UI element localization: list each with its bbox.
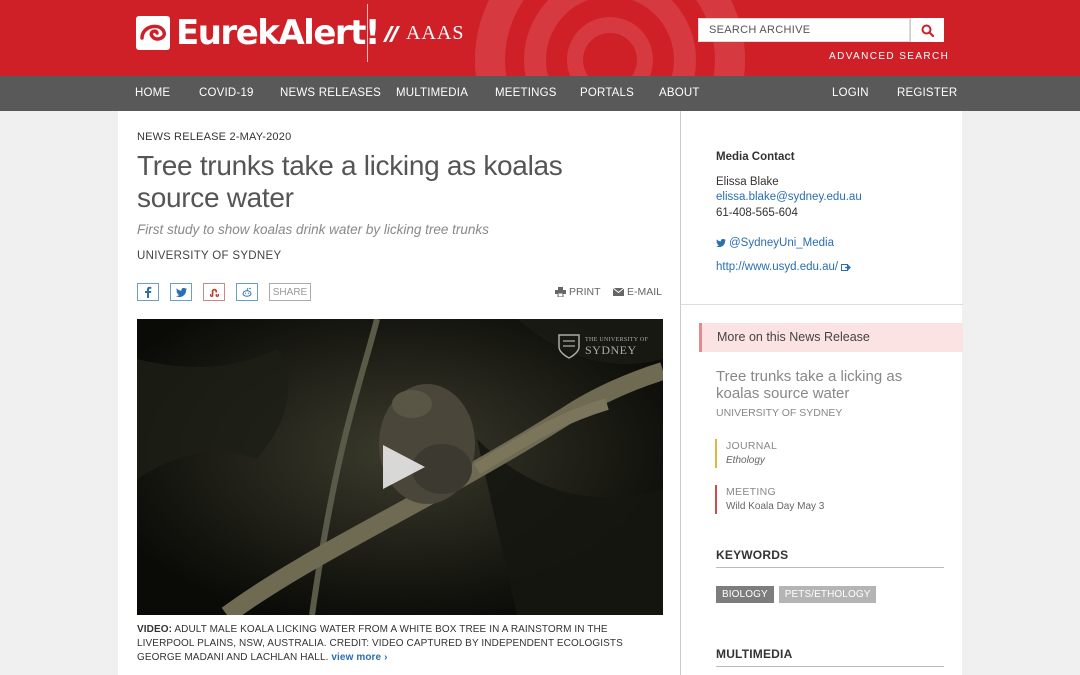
university-crest-icon <box>558 334 580 359</box>
video-caption: VIDEO: ADULT MALE KOALA LICKING WATER FR… <box>137 623 663 665</box>
envelope-icon <box>613 288 624 296</box>
twitter-link[interactable]: @SydneyUni_Media <box>716 237 834 249</box>
logo-text: EurekAlert! <box>176 13 380 53</box>
chevron-right-icon: › <box>384 652 388 663</box>
nav-item-meetings[interactable]: MEETINGS <box>495 87 557 99</box>
search-input[interactable] <box>699 19 909 41</box>
view-more-link[interactable]: view more › <box>331 652 387 663</box>
related-release-title[interactable]: Tree trunks take a licking as koalas sou… <box>716 368 936 402</box>
stumbleupon-share-button[interactable] <box>203 283 225 301</box>
article-institution[interactable]: UNIVERSITY OF SYDNEY <box>137 250 281 262</box>
sidebar-divider <box>681 304 963 305</box>
twitter-icon <box>716 239 726 247</box>
eurekalert-logo[interactable]: EurekAlert! <box>136 13 380 53</box>
share-bar: SHARE <box>137 283 322 301</box>
twitter-share-button[interactable] <box>170 283 192 301</box>
play-icon[interactable] <box>381 443 427 491</box>
share-button[interactable]: SHARE <box>269 283 311 301</box>
article-subtitle: First study to show koalas drink water b… <box>137 222 489 237</box>
meeting-label: MEETING <box>726 486 776 498</box>
main-nav: HOME COVID-19 NEWS RELEASES MULTIMEDIA M… <box>0 76 1080 111</box>
contact-email-link[interactable]: elissa.blake@sydney.edu.au <box>716 191 862 203</box>
print-icon <box>555 287 566 297</box>
reddit-share-button[interactable] <box>236 283 258 301</box>
search-box <box>698 18 910 42</box>
related-release-institution: UNIVERSITY OF SYDNEY <box>716 407 843 419</box>
aaas-text: AAAS <box>406 22 465 44</box>
meeting-block: MEETING Wild Koala Day May 3 <box>715 485 824 514</box>
nav-item-covid-19[interactable]: COVID-19 <box>199 87 254 99</box>
keyword-tag-pets-ethology[interactable]: PETS/ETHOLOGY <box>778 586 877 603</box>
multimedia-heading: MULTIMEDIA <box>716 647 944 667</box>
nav-item-about[interactable]: ABOUT <box>659 87 700 99</box>
print-label: PRINT <box>569 286 601 298</box>
keywords-heading: KEYWORDS <box>716 548 944 568</box>
external-link-icon <box>841 263 852 271</box>
video-watermark: THE UNIVERSITY OF SYDNEY <box>557 333 648 359</box>
nav-item-portals[interactable]: PORTALS <box>580 87 634 99</box>
facebook-icon <box>145 286 152 298</box>
journal-label: JOURNAL <box>726 440 778 452</box>
journal-value: Ethology <box>726 455 765 466</box>
search-icon <box>921 24 934 37</box>
aaas-logo[interactable]: AAAS <box>382 22 464 45</box>
twitter-handle: @SydneyUni_Media <box>729 237 835 249</box>
article-main: NEWS RELEASE 2-MAY-2020 Tree trunks take… <box>118 111 680 675</box>
nav-item-news-releases[interactable]: NEWS RELEASES <box>280 87 381 99</box>
website-link[interactable]: http://www.usyd.edu.au/ <box>716 261 852 273</box>
keyword-tag-biology[interactable]: BIOLOGY <box>716 586 774 603</box>
advanced-search-link[interactable]: ADVANCED SEARCH <box>829 51 949 62</box>
email-link[interactable]: E-MAIL <box>613 286 662 298</box>
view-more-label: view more <box>331 652 382 663</box>
article-sidebar: Media Contact Elissa Blake elissa.blake@… <box>680 111 963 675</box>
aaas-triangle-icon <box>383 25 400 42</box>
facebook-share-button[interactable] <box>137 283 159 301</box>
video-player[interactable]: THE UNIVERSITY OF SYDNEY <box>137 319 663 615</box>
twitter-icon <box>175 287 187 297</box>
media-contact-heading: Media Contact <box>716 151 795 163</box>
nav-item-home[interactable]: HOME <box>135 87 170 99</box>
contact-name: Elissa Blake <box>716 176 779 188</box>
nav-item-multimedia[interactable]: MULTIMEDIA <box>396 87 468 99</box>
login-link[interactable]: LOGIN <box>832 87 869 99</box>
search-button[interactable] <box>910 18 944 42</box>
site-header: EurekAlert! AAAS ADVANCED SEARCH <box>0 0 1080 76</box>
contact-phone: 61-408-565-604 <box>716 207 798 219</box>
release-date: NEWS RELEASE 2-MAY-2020 <box>137 131 292 143</box>
eurekalert-swirl-icon <box>136 16 170 50</box>
email-label: E-MAIL <box>627 286 663 298</box>
meeting-value: Wild Koala Day May 3 <box>726 501 825 512</box>
register-link[interactable]: REGISTER <box>897 87 957 99</box>
keyword-tags: BIOLOGY PETS/ETHOLOGY <box>716 586 881 603</box>
journal-block: JOURNAL Ethology <box>715 439 777 468</box>
reddit-icon <box>242 287 252 297</box>
article-title: Tree trunks take a licking as koalas sou… <box>137 150 563 213</box>
more-on-release-heading: More on this News Release <box>699 323 963 352</box>
stumbleupon-icon <box>209 288 219 297</box>
logo-divider <box>367 4 368 62</box>
watermark-big-text: SYDNEY <box>585 342 637 357</box>
website-url: http://www.usyd.edu.au/ <box>716 261 839 273</box>
caption-label: VIDEO: <box>137 624 173 635</box>
print-link[interactable]: PRINT <box>555 286 601 298</box>
